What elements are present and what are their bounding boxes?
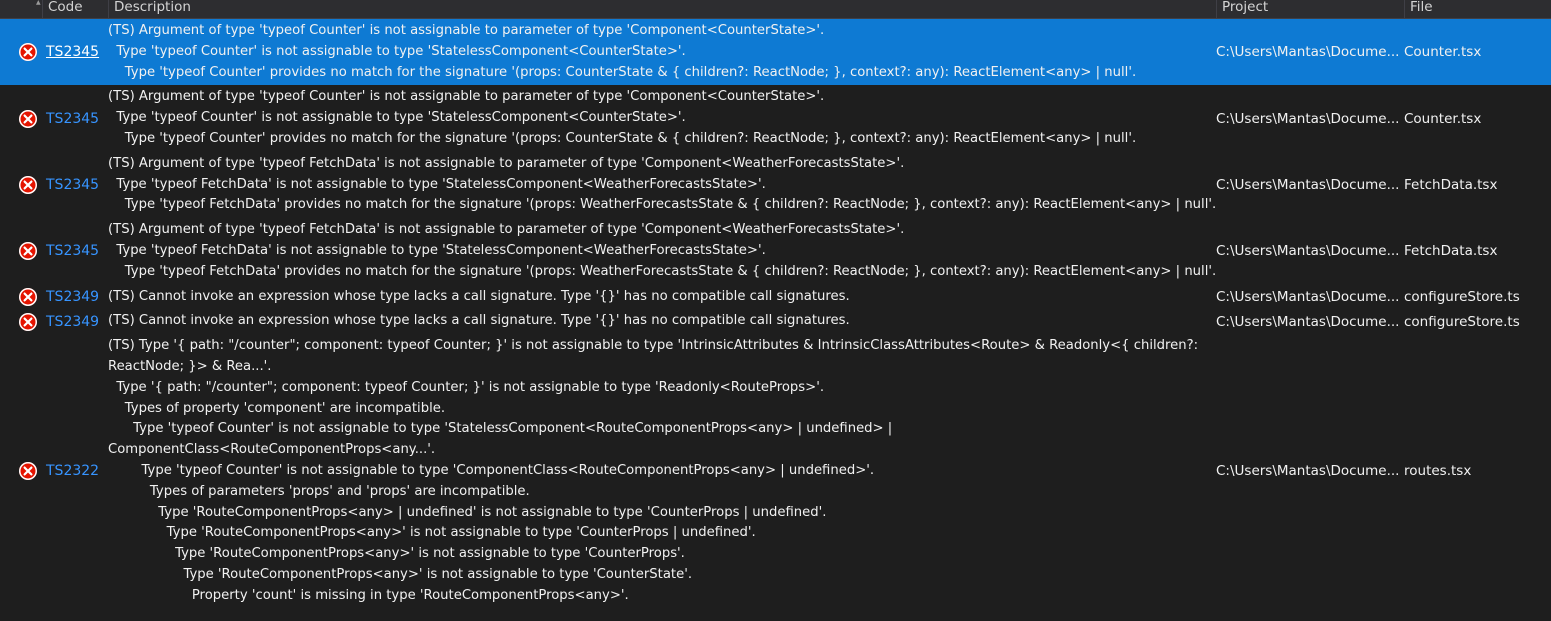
error-code-link[interactable]: TS2345 xyxy=(46,241,99,261)
column-header-project[interactable]: Project xyxy=(1216,0,1404,18)
error-icon xyxy=(19,462,37,481)
error-icon xyxy=(19,43,37,62)
error-project: C:\Users\Mantas\Docume... xyxy=(1216,288,1400,305)
error-file: Counter.tsx xyxy=(1404,44,1482,61)
error-code-link[interactable]: TS2345 xyxy=(46,109,99,129)
description-line: Type '{ path: "/counter"; component: typ… xyxy=(108,379,825,395)
description-line: Type 'typeof Counter' is not assignable … xyxy=(108,462,875,478)
error-project: C:\Users\Mantas\Docume... xyxy=(1216,243,1400,260)
description-line: Type 'typeof Counter' is not assignable … xyxy=(108,421,893,437)
error-project: C:\Users\Mantas\Docume... xyxy=(1216,176,1400,193)
description-line: Type 'typeof FetchData' is not assignabl… xyxy=(108,176,766,192)
column-header-code[interactable]: Code xyxy=(42,0,108,18)
error-icon xyxy=(19,175,37,194)
error-project: C:\Users\Mantas\Docume... xyxy=(1216,313,1400,330)
description-line: (TS) Argument of type 'typeof Counter' i… xyxy=(108,89,825,105)
error-row[interactable]: TS2345 (TS) Argument of type 'typeof Fetc… xyxy=(0,152,1551,218)
column-header-file[interactable]: File xyxy=(1404,0,1551,18)
error-row[interactable]: TS2349 (TS) Cannot invoke an expression w… xyxy=(0,285,1551,310)
error-code-link[interactable]: TS2345 xyxy=(46,175,99,195)
error-file: Counter.tsx xyxy=(1404,110,1482,127)
description-line: Type 'RouteComponentProps<any>' is not a… xyxy=(108,525,756,541)
error-file: configureStore.ts xyxy=(1404,288,1520,305)
description-line: Types of property 'component' are incomp… xyxy=(108,400,446,416)
description-line: Type 'typeof FetchData' provides no matc… xyxy=(108,197,1217,213)
description-line: (TS) Argument of type 'typeof FetchData'… xyxy=(108,222,905,238)
error-file: FetchData.tsx xyxy=(1404,243,1498,260)
error-description: (TS) Argument of type 'typeof Counter' i… xyxy=(108,87,1208,149)
error-row[interactable]: TS2349 (TS) Cannot invoke an expression w… xyxy=(0,309,1551,334)
error-description: (TS) Argument of type 'typeof FetchData'… xyxy=(108,154,1217,216)
error-description: (TS) Argument of type 'typeof FetchData'… xyxy=(108,220,1217,282)
error-icon xyxy=(19,312,37,331)
column-header-description[interactable]: Description xyxy=(108,0,1216,18)
description-line: Types of parameters 'props' and 'props' … xyxy=(108,483,530,499)
error-row[interactable]: TS2345 (TS) Argument of type 'typeof Coun… xyxy=(0,19,1551,86)
error-project: C:\Users\Mantas\Docume... xyxy=(1216,110,1400,127)
error-code-link[interactable]: TS2349 xyxy=(46,287,99,307)
description-line: Type 'typeof Counter' is not assignable … xyxy=(108,43,686,59)
error-description: (TS) Argument of type 'typeof Counter' i… xyxy=(108,21,1208,83)
description-line: ComponentClass<RouteComponentProps<any..… xyxy=(108,442,436,458)
description-line: Type 'RouteComponentProps<any>' is not a… xyxy=(108,566,693,582)
description-line: Type 'typeof FetchData' provides no matc… xyxy=(108,263,1217,279)
description-line: ReactNode; }> & Rea...'. xyxy=(108,358,272,374)
description-line: (TS) Argument of type 'typeof FetchData'… xyxy=(108,155,905,171)
description-line: (TS) Argument of type 'typeof Counter' i… xyxy=(108,23,825,38)
description-line: Type 'RouteComponentProps<any>' is not a… xyxy=(108,546,685,562)
description-line: Type 'typeof Counter' provides no match … xyxy=(108,130,1137,146)
error-row[interactable]: TS2345 (TS) Argument of type 'typeof Coun… xyxy=(0,85,1551,151)
error-file: configureStore.ts xyxy=(1404,313,1520,330)
error-row[interactable]: TS2322 (TS) Type '{ path: "/counter"; com… xyxy=(0,334,1551,608)
error-project: C:\Users\Mantas\Docume... xyxy=(1216,463,1400,480)
error-description: (TS) Cannot invoke an expression whose t… xyxy=(108,311,1208,332)
error-icon xyxy=(19,109,37,128)
error-description: (TS) Type '{ path: "/counter"; component… xyxy=(108,336,1208,606)
description-line: Type 'typeof FetchData' is not assignabl… xyxy=(108,242,766,258)
error-list-header: ▲ Code Description Project File xyxy=(0,0,1551,19)
error-project: C:\Users\Mantas\Docume... xyxy=(1216,44,1400,61)
error-icon xyxy=(19,242,37,261)
error-icon xyxy=(19,287,37,306)
description-line: Property 'count' is missing in type 'Rou… xyxy=(108,587,629,603)
description-line: (TS) Cannot invoke an expression whose t… xyxy=(108,313,850,329)
error-row[interactable]: TS2345 (TS) Argument of type 'typeof Fetc… xyxy=(0,218,1551,284)
error-code-link[interactable]: TS2349 xyxy=(46,312,99,332)
error-code-link[interactable]: TS2322 xyxy=(46,461,99,481)
error-file: FetchData.tsx xyxy=(1404,176,1498,193)
description-line: Type 'RouteComponentProps<any> | undefin… xyxy=(108,504,827,520)
error-code-link[interactable]: TS2345 xyxy=(46,42,99,62)
description-line: (TS) Cannot invoke an expression whose t… xyxy=(108,288,850,304)
error-file: routes.tsx xyxy=(1404,463,1472,480)
error-description: (TS) Cannot invoke an expression whose t… xyxy=(108,287,1208,308)
description-line: Type 'typeof Counter' provides no match … xyxy=(108,64,1137,80)
description-line: (TS) Type '{ path: "/counter"; component… xyxy=(108,338,1199,354)
description-line: Type 'typeof Counter' is not assignable … xyxy=(108,110,686,126)
